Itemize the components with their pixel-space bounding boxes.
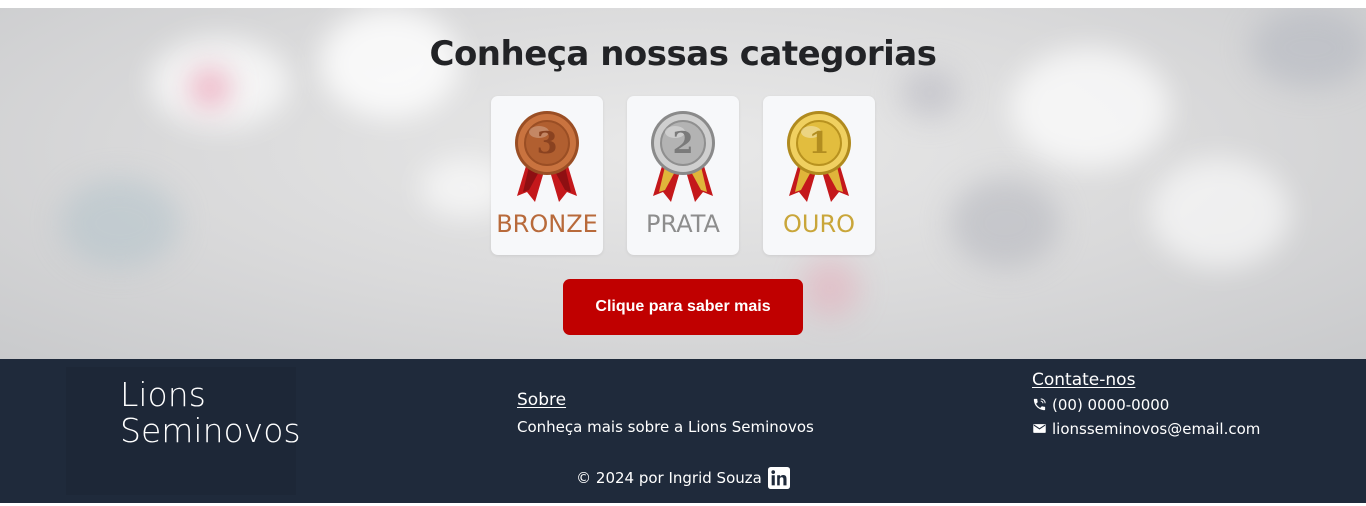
contact-section: Contate-nos (00) 0000-0000 lionsseminovo… <box>1032 370 1260 438</box>
medal-number: 2 <box>673 126 694 161</box>
background-bokeh <box>1150 158 1290 268</box>
background-bokeh <box>900 68 960 118</box>
linkedin-icon[interactable] <box>767 467 790 489</box>
contact-email: lionsseminovos@email.com <box>1032 419 1260 438</box>
silver-medal-icon: 2 <box>651 111 715 202</box>
section-title: Conheça nossas categorias <box>429 34 937 74</box>
email-address: lionsseminovos@email.com <box>1052 419 1261 438</box>
brand-line: Seminovos <box>120 411 301 450</box>
category-label: OURO <box>782 210 856 238</box>
phone-icon <box>1033 398 1046 411</box>
copyright-text: © 2024 por Ingrid Souza <box>576 469 762 487</box>
background-bokeh <box>190 68 230 108</box>
medal-number: 1 <box>809 126 830 161</box>
copyright: © 2024 por Ingrid Souza <box>0 467 1366 489</box>
bronze-medal-icon: 3 <box>515 111 579 202</box>
brand-logo[interactable]: Lions Seminovos <box>120 377 301 449</box>
category-card-ouro[interactable]: 1 OURO <box>763 96 875 255</box>
background-bokeh <box>800 258 860 318</box>
phone-number: (00) 0000-0000 <box>1052 395 1170 414</box>
about-section: Sobre Conheça mais sobre a Lions Seminov… <box>517 390 814 436</box>
mail-icon <box>1033 424 1046 433</box>
about-link[interactable]: Sobre <box>517 390 566 410</box>
category-label: BRONZE <box>496 210 598 238</box>
about-text: Conheça mais sobre a Lions Seminovos <box>517 418 814 436</box>
learn-more-button[interactable]: Clique para saber mais <box>563 279 803 335</box>
medal-number: 3 <box>537 126 558 161</box>
category-label: PRATA <box>646 210 720 238</box>
site-footer: Lions Seminovos Sobre Conheça mais sobre… <box>0 359 1366 503</box>
background-bokeh <box>950 178 1060 268</box>
category-card-prata[interactable]: 2 PRATA <box>627 96 739 255</box>
contact-link[interactable]: Contate-nos <box>1032 370 1135 390</box>
category-card-bronze[interactable]: 3 BRONZE <box>491 96 603 255</box>
contact-phone: (00) 0000-0000 <box>1032 395 1260 414</box>
gold-medal-icon: 1 <box>787 111 851 202</box>
background-bokeh <box>60 178 180 268</box>
categories-hero: Conheça nossas categorias 3 BRONZE 2 PRA… <box>0 8 1366 359</box>
brand-line: Lions <box>120 375 206 414</box>
